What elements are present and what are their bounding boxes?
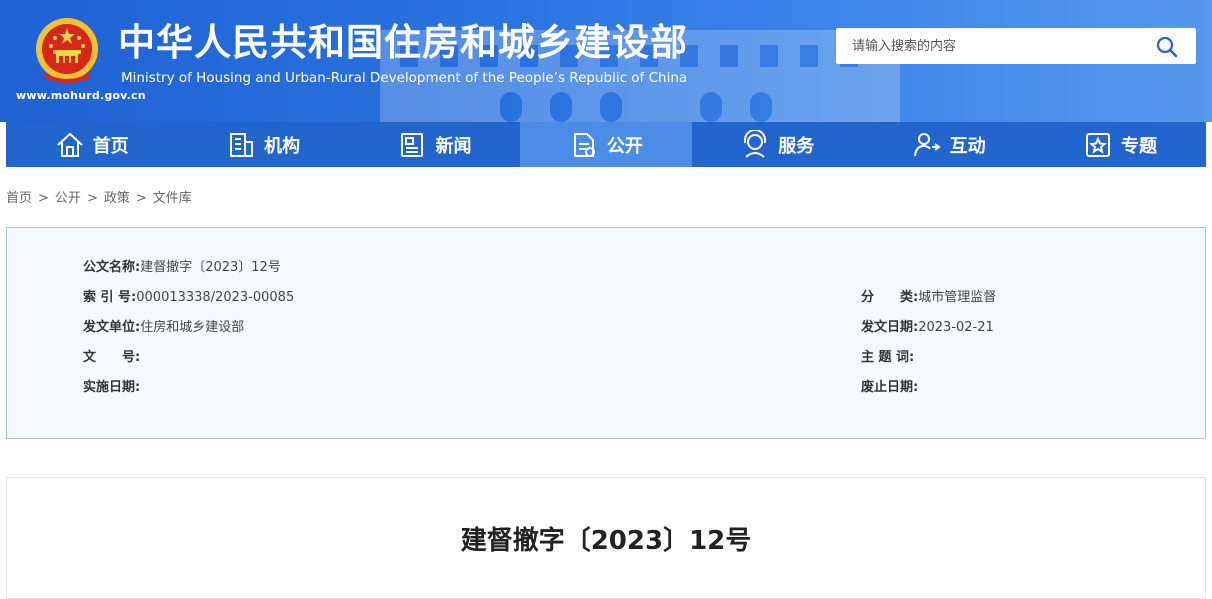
nav-item-interaction[interactable]: 互动 (863, 122, 1034, 167)
breadcrumb-separator: > (38, 191, 49, 206)
document-title: 建督撤字〔2023〕12号 (460, 526, 752, 556)
info-label: 发文日期: (861, 320, 919, 335)
nav-item-topics[interactable]: 专题 (1034, 122, 1205, 167)
nav-label: 服务 (778, 135, 815, 157)
info-row-abolish-date: 废止日期: (861, 379, 918, 397)
info-row-issue-date: 发文日期:2023-02-21 (861, 319, 994, 337)
main-nav: 首页 机构 新闻 公开 服务 互动 专题 (6, 122, 1206, 167)
info-row-index: 索 引 号:000013338/2023-00085 (83, 289, 294, 307)
site-header: www.mohurd.gov.cn 中华人民共和国住房和城乡建设部 Minist… (0, 0, 1212, 122)
breadcrumb-policy[interactable]: 政策 (104, 191, 130, 206)
building-icon (230, 132, 254, 157)
info-label: 索 引 号: (83, 290, 137, 305)
info-row-keywords: 主 题 词: (861, 349, 914, 367)
breadcrumb-separator: > (135, 191, 147, 206)
nav-item-organization[interactable]: 机构 (177, 122, 348, 167)
breadcrumb-public[interactable]: 公开 (55, 191, 81, 206)
document-info-box: 公文名称:建督撤字〔2023〕12号 索 引 号:000013338/2023-… (6, 227, 1206, 439)
info-value: 住房和城乡建设部 (140, 320, 245, 335)
info-label: 发文单位: (83, 320, 141, 335)
info-row-effective-date: 实施日期: (83, 379, 140, 397)
nav-item-service[interactable]: 服务 (692, 122, 863, 167)
info-value: 2023-02-21 (918, 320, 994, 335)
nav-label: 首页 (92, 135, 129, 157)
info-value: 城市管理监督 (918, 290, 997, 305)
document-content: 建督撤字〔2023〕12号 (6, 477, 1206, 599)
site-subtitle: Ministry of Housing and Urban-Rural Deve… (121, 70, 688, 86)
nav-label: 互动 (949, 135, 986, 157)
search-input[interactable] (836, 28, 1152, 64)
info-label: 文 号: (83, 350, 141, 365)
info-label: 废止日期: (861, 380, 919, 395)
info-row-category: 分 类:城市管理监督 (861, 289, 996, 307)
document-icon (573, 132, 595, 157)
newspaper-icon (401, 132, 424, 157)
home-icon (57, 132, 83, 157)
nav-label: 专题 (1121, 135, 1158, 157)
breadcrumb-file-library[interactable]: 文件库 (153, 191, 192, 206)
info-label: 公文名称: (83, 260, 141, 275)
info-value: 建督撤字〔2023〕12号 (140, 260, 281, 275)
info-label: 实施日期: (83, 380, 141, 395)
info-label: 主 题 词: (861, 350, 915, 365)
info-row-doc-name: 公文名称:建督撤字〔2023〕12号 (83, 259, 281, 277)
search-box (836, 28, 1196, 64)
national-emblem-icon (36, 18, 98, 83)
info-row-doc-number: 文 号: (83, 349, 140, 367)
nav-label: 新闻 (435, 135, 472, 157)
breadcrumb-home[interactable]: 首页 (6, 191, 32, 206)
info-value: 000013338/2023-00085 (136, 290, 295, 305)
breadcrumb: 首页 > 公开 > 政策 > 文件库 (6, 187, 192, 206)
interaction-icon (913, 132, 941, 156)
search-icon[interactable] (1156, 36, 1178, 58)
site-url: www.mohurd.gov.cn (16, 89, 146, 102)
info-label: 分 类: (861, 290, 919, 305)
service-icon (744, 129, 767, 158)
info-row-issuer: 发文单位:住房和城乡建设部 (83, 319, 244, 337)
nav-label: 公开 (606, 135, 643, 157)
nav-item-news[interactable]: 新闻 (349, 122, 520, 167)
breadcrumb-separator: > (86, 191, 98, 206)
site-title: 中华人民共和国住房和城乡建设部 (118, 21, 688, 64)
star-box-icon (1086, 132, 1111, 157)
nav-item-public[interactable]: 公开 (520, 122, 692, 167)
nav-label: 机构 (264, 135, 301, 157)
nav-item-home[interactable]: 首页 (6, 122, 177, 167)
